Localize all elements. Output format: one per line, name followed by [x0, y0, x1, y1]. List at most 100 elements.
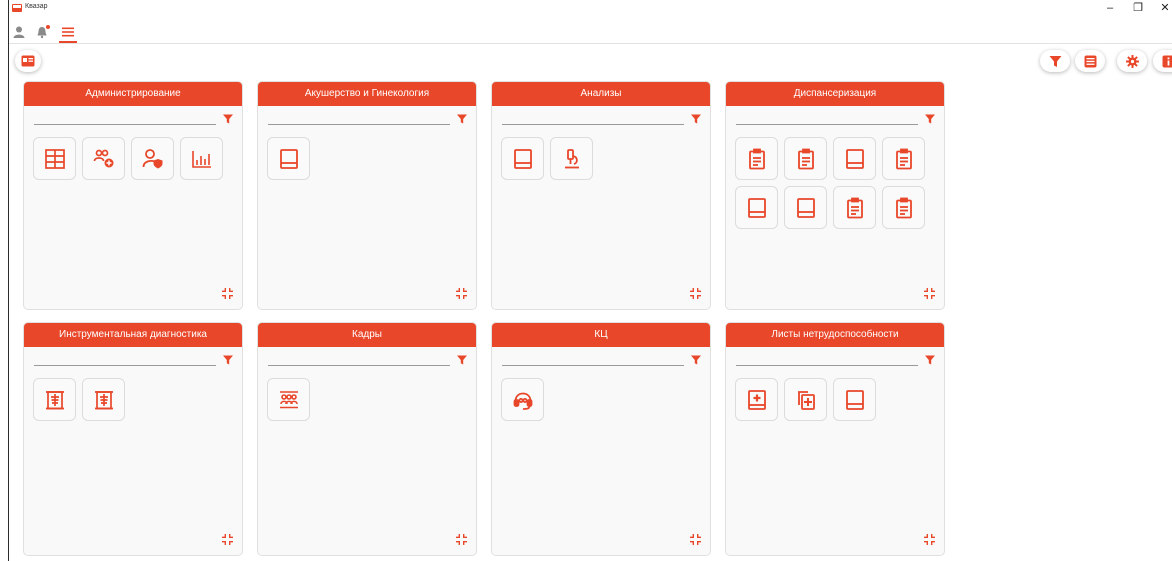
user-icon[interactable]	[12, 25, 26, 39]
medical-copy-icon	[797, 390, 815, 410]
settings-button[interactable]	[1117, 50, 1147, 72]
info-button[interactable]	[1153, 50, 1172, 72]
module-button[interactable]	[131, 137, 174, 180]
card-filter-input[interactable]	[268, 124, 450, 125]
card-title: Акушерство и Гинекология	[258, 82, 476, 106]
list-view-button[interactable]	[1075, 50, 1105, 72]
card-title: Диспансеризация	[726, 82, 944, 106]
module-button[interactable]	[735, 378, 778, 421]
collapse-icon[interactable]	[924, 288, 935, 299]
filter-icon[interactable]	[457, 355, 467, 365]
filter-icon[interactable]	[223, 355, 233, 365]
module-card: Инструментальная диагностика	[23, 322, 243, 556]
module-button[interactable]	[267, 378, 310, 421]
module-button[interactable]	[833, 378, 876, 421]
card-icon-grid	[501, 378, 701, 421]
id-card-button[interactable]	[15, 50, 41, 72]
card-icon-grid	[33, 378, 233, 421]
app-window: Квазар – ❐ ✕ Администрирование Акушерств…	[8, 0, 1172, 561]
card-title: КЦ	[492, 323, 710, 347]
card-filter-input[interactable]	[268, 365, 450, 366]
collapse-icon[interactable]	[456, 288, 467, 299]
card-filter-input[interactable]	[34, 124, 216, 125]
module-button[interactable]	[550, 137, 593, 180]
app-title: Квазар	[25, 3, 48, 10]
staff-icon	[279, 390, 298, 408]
close-button[interactable]: ✕	[1158, 1, 1172, 15]
module-button[interactable]	[33, 137, 76, 180]
filter-icon[interactable]	[457, 114, 467, 124]
module-button[interactable]	[267, 137, 310, 180]
bar-chart-icon	[191, 150, 211, 168]
book-icon	[845, 148, 864, 169]
book-icon	[796, 197, 815, 218]
module-button[interactable]	[833, 186, 876, 229]
card-title: Анализы	[492, 82, 710, 106]
card-icon-grid	[267, 378, 467, 421]
restore-button[interactable]: ❐	[1131, 1, 1145, 15]
list-icon	[1084, 55, 1096, 67]
menu-icon[interactable]	[61, 25, 75, 39]
collapse-icon[interactable]	[456, 534, 467, 545]
clipboard-icon	[846, 197, 863, 218]
minimize-button[interactable]: –	[1103, 1, 1117, 15]
module-button[interactable]	[882, 186, 925, 229]
schedule-grid-icon	[44, 148, 65, 169]
settings-icon	[1125, 54, 1139, 68]
filter-icon	[1049, 55, 1061, 67]
clipboard-icon	[895, 148, 912, 169]
collapse-icon[interactable]	[222, 288, 233, 299]
active-tab-indicator	[59, 41, 77, 43]
filter-icon[interactable]	[925, 355, 935, 365]
module-button[interactable]	[784, 186, 827, 229]
module-button[interactable]	[882, 137, 925, 180]
book-icon	[845, 389, 864, 410]
clipboard-icon	[895, 197, 912, 218]
collapse-icon[interactable]	[690, 288, 701, 299]
card-filter-input[interactable]	[502, 365, 684, 366]
module-card: Кадры	[257, 322, 477, 556]
book-icon	[747, 197, 766, 218]
module-card: КЦ	[491, 322, 711, 556]
book-icon	[279, 148, 298, 169]
filter-icon[interactable]	[223, 114, 233, 124]
module-button[interactable]	[33, 378, 76, 421]
card-filter-input[interactable]	[502, 124, 684, 125]
id-card-icon	[21, 55, 35, 67]
module-button[interactable]	[180, 137, 223, 180]
filter-icon[interactable]	[691, 114, 701, 124]
module-button[interactable]	[735, 186, 778, 229]
toolbar	[9, 22, 1172, 44]
module-button[interactable]	[735, 137, 778, 180]
module-button[interactable]	[501, 378, 544, 421]
collapse-icon[interactable]	[924, 534, 935, 545]
module-button[interactable]	[82, 378, 125, 421]
card-icon-grid	[501, 137, 701, 180]
module-button[interactable]	[784, 137, 827, 180]
xray-icon	[94, 390, 113, 409]
collapse-icon[interactable]	[690, 534, 701, 545]
module-button[interactable]	[82, 137, 125, 180]
card-icon-grid	[33, 137, 233, 180]
card-filter-input[interactable]	[736, 365, 918, 366]
module-button[interactable]	[833, 137, 876, 180]
module-button[interactable]	[784, 378, 827, 421]
user-shield-icon	[142, 148, 162, 168]
card-icon-grid	[735, 378, 935, 421]
clipboard-icon	[797, 148, 814, 169]
card-filter-input[interactable]	[34, 365, 216, 366]
users-add-icon	[93, 149, 113, 167]
notification-dot	[46, 25, 50, 29]
app-logo-icon	[12, 4, 22, 12]
clipboard-icon	[748, 148, 765, 169]
filter-icon[interactable]	[691, 355, 701, 365]
module-button[interactable]	[501, 137, 544, 180]
collapse-icon[interactable]	[222, 534, 233, 545]
card-title: Инструментальная диагностика	[24, 323, 242, 347]
filter-icon[interactable]	[925, 114, 935, 124]
card-icon-grid	[735, 137, 935, 229]
filter-button[interactable]	[1040, 50, 1070, 72]
module-card: Анализы	[491, 81, 711, 310]
headset-icon	[513, 392, 532, 410]
card-filter-input[interactable]	[736, 124, 918, 125]
